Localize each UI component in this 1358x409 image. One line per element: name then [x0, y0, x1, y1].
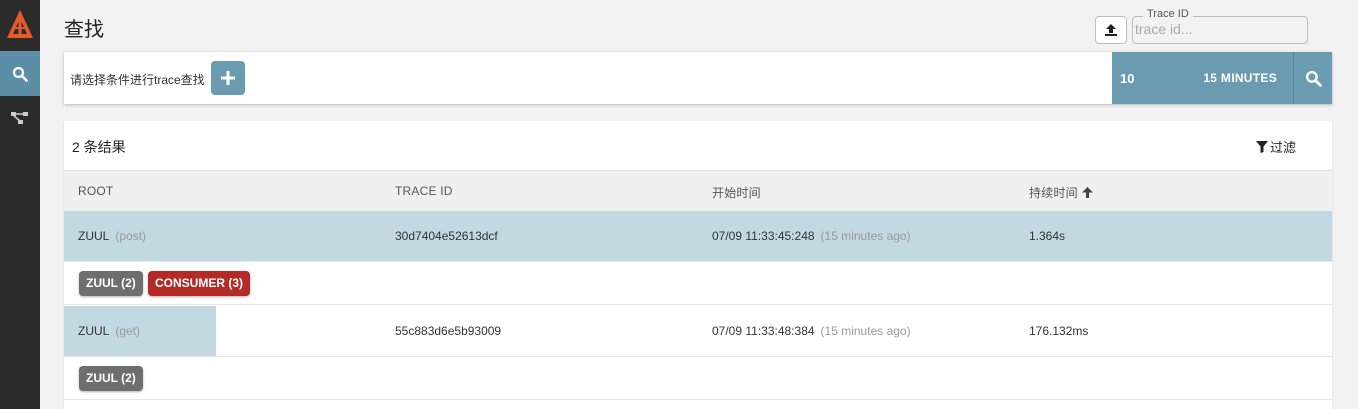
root-method: (get)	[115, 324, 141, 338]
dependencies-icon	[11, 112, 28, 124]
root-cell: ZUUL (post)	[78, 229, 146, 243]
start-time-ago: (15 minutes ago)	[820, 324, 911, 338]
start-time-ago: (15 minutes ago)	[820, 229, 911, 243]
limit-value[interactable]: 10	[1120, 71, 1134, 86]
lookback-value[interactable]: 15 MINUTES	[1203, 71, 1277, 85]
service-badge[interactable]: ZUUL (2)	[79, 366, 143, 391]
sidebar-item-dependencies[interactable]	[0, 98, 40, 138]
trace-id-cell: 55c883d6e5b93009	[395, 324, 502, 338]
search-bar: 请选择条件进行trace查找 10 15 MINUTES	[64, 52, 1332, 104]
service-badges: ZUUL (2) CONSUMER (3)	[64, 262, 1332, 305]
duration-cell: 1.364s	[1029, 229, 1066, 243]
root-cell: ZUUL (get)	[78, 324, 140, 338]
service-badge[interactable]: CONSUMER (3)	[148, 271, 251, 296]
start-time-cell: 07/09 11:33:45:248 (15 minutes ago)	[712, 229, 911, 243]
column-duration-label: 持续时间	[1029, 186, 1078, 200]
table-header: ROOT TRACE ID 开始时间 持续时间	[64, 170, 1332, 211]
duration-bar	[64, 211, 1332, 261]
duration-cell: 176.132ms	[1029, 324, 1089, 338]
results-panel: 2 条结果 过滤 ROOT TRACE ID 开始时间 持续时间 ZUUL (po…	[64, 121, 1332, 409]
page-title: 查找	[64, 19, 104, 41]
start-time-cell: 07/09 11:33:48:384 (15 minutes ago)	[712, 324, 911, 338]
sort-ascending-icon	[1081, 187, 1093, 198]
results-count: 2 条结果	[72, 139, 126, 155]
service-badge[interactable]: ZUUL (2)	[79, 271, 143, 296]
filter-icon	[1256, 140, 1268, 153]
column-duration[interactable]: 持续时间	[1029, 184, 1093, 201]
query-settings[interactable]: 10 15 MINUTES	[1112, 52, 1293, 104]
plus-icon	[221, 71, 235, 85]
trace-id-input[interactable]	[1135, 21, 1305, 37]
column-root[interactable]: ROOT	[78, 184, 113, 198]
table-row[interactable]: ZUUL (post) 30d7404e52613dcf 07/09 11:33:…	[64, 211, 1332, 262]
column-start-time[interactable]: 开始时间	[712, 184, 761, 201]
root-service: ZUUL	[78, 324, 110, 338]
root-method: (post)	[115, 229, 147, 243]
search-icon	[12, 66, 28, 82]
table-row[interactable]: ZUUL (get) 55c883d6e5b93009 07/09 11:33:4…	[64, 306, 1332, 357]
trace-id-field: Trace ID	[1132, 8, 1308, 44]
sidebar	[0, 0, 40, 409]
trace-id-legend: Trace ID	[1143, 8, 1193, 20]
service-badges: ZUUL (2)	[64, 357, 1332, 400]
search-hint: 请选择条件进行trace查找	[70, 73, 205, 87]
filter-label: 过滤	[1270, 140, 1297, 155]
search-icon	[1305, 70, 1322, 87]
add-criteria-button[interactable]	[211, 61, 245, 95]
trace-id-cell: 30d7404e52613dcf	[395, 229, 498, 243]
search-button[interactable]	[1293, 52, 1332, 104]
column-trace-id[interactable]: TRACE ID	[395, 184, 453, 198]
start-time: 07/09 11:33:48:384	[712, 324, 815, 338]
upload-icon	[1105, 24, 1117, 36]
root-service: ZUUL	[78, 229, 110, 243]
filter-button[interactable]: 过滤	[1256, 137, 1296, 156]
sidebar-item-search[interactable]	[0, 51, 40, 96]
upload-button[interactable]	[1095, 16, 1127, 44]
start-time: 07/09 11:33:45:248	[712, 229, 815, 243]
zipkin-logo-icon[interactable]	[0, 0, 40, 50]
